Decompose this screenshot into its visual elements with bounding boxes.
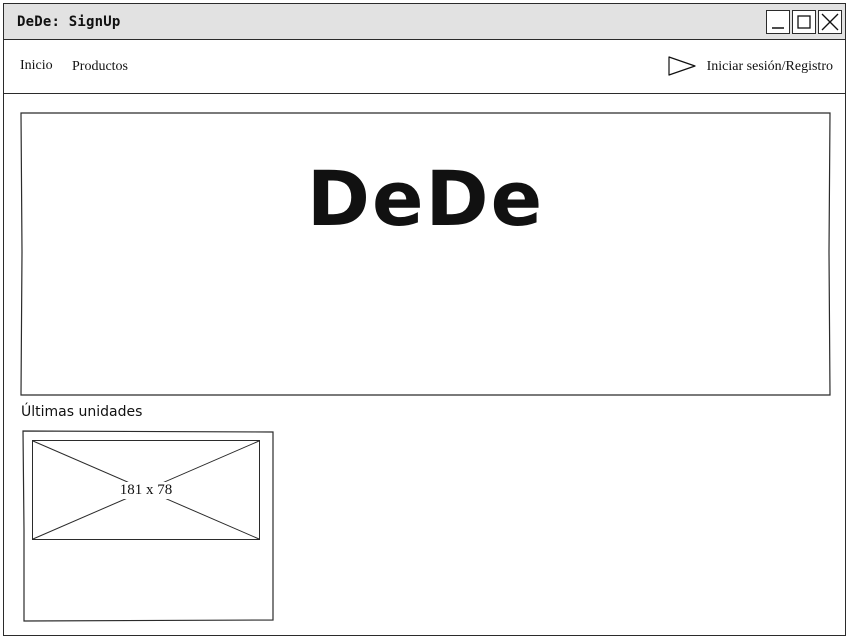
product-card[interactable]: 181 x 78 — [22, 430, 274, 622]
nav-link-inicio[interactable]: Inicio — [20, 58, 53, 74]
nav-link-productos[interactable]: Productos — [72, 59, 128, 75]
hero-title: DeDe — [306, 154, 545, 243]
navigation-bar: Inicio Productos Iniciar sesión/Registro — [4, 40, 845, 94]
section-title: Últimas unidades — [21, 404, 143, 420]
maximize-button[interactable] — [792, 10, 816, 34]
title-bar: DeDe: SignUp — [4, 4, 845, 40]
app-window: DeDe: SignUp Inicio Productos Iniciar se… — [3, 3, 846, 636]
window-controls — [766, 10, 842, 34]
login-register-label: Iniciar sesión/Registro — [706, 58, 833, 74]
minimize-button[interactable] — [766, 10, 790, 34]
image-placeholder-label: 181 x 78 — [115, 482, 177, 499]
close-icon — [821, 13, 839, 31]
maximize-icon — [797, 15, 811, 29]
login-register-link[interactable]: Iniciar sesión/Registro — [667, 55, 833, 77]
product-image-placeholder: 181 x 78 — [32, 440, 260, 540]
close-button[interactable] — [818, 10, 842, 34]
hero-banner: DeDe — [20, 112, 831, 396]
play-triangle-icon — [668, 56, 696, 76]
minimize-icon — [772, 27, 784, 29]
window-title: DeDe: SignUp — [17, 14, 121, 30]
